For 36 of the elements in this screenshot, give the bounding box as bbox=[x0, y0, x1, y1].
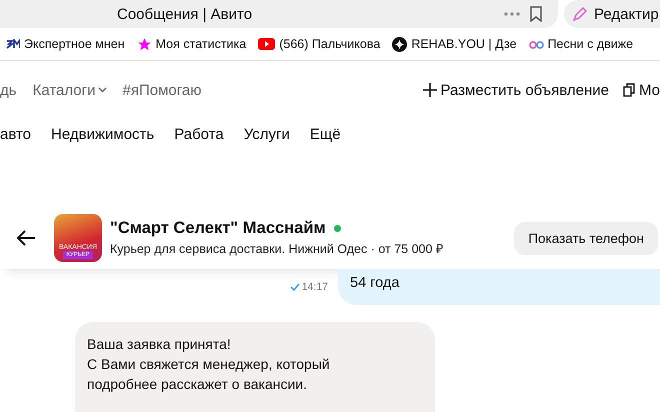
chevron-icon bbox=[98, 87, 106, 93]
play-icon bbox=[258, 38, 276, 50]
copy-icon bbox=[622, 83, 635, 97]
bookmark-link[interactable]: (566) Пальчикова bbox=[258, 37, 380, 51]
nav-link[interactable]: Каталоги bbox=[32, 82, 106, 98]
nav-link[interactable]: дь bbox=[0, 82, 17, 98]
more-icon[interactable] bbox=[504, 12, 520, 16]
category-link[interactable]: Работа bbox=[174, 126, 224, 142]
message-time: 14:17 bbox=[290, 281, 328, 293]
category-link[interactable]: Ещё bbox=[310, 126, 341, 142]
sparkle-icon bbox=[392, 36, 408, 52]
message-text: Ваша заявка принята! bbox=[87, 335, 232, 354]
bookmark-icon[interactable] bbox=[530, 6, 542, 22]
pen-icon bbox=[572, 6, 588, 22]
message-text: подробнее расскажет о вакансии. bbox=[87, 375, 308, 394]
star-icon bbox=[136, 36, 152, 52]
edit-button[interactable]: Редактир bbox=[564, 0, 660, 28]
show-phone-button[interactable]: Показать телефон bbox=[514, 222, 658, 254]
chat-name: "Смарт Селект" Масснайм bbox=[110, 219, 326, 238]
category-link[interactable]: Недвижимость bbox=[51, 126, 154, 142]
back-arrow-icon[interactable] bbox=[16, 228, 36, 248]
category-link[interactable]: авто bbox=[0, 126, 32, 142]
outgoing-message: 54 года bbox=[338, 269, 660, 305]
bookmark-link[interactable]: REHAB.YOU | Дзе bbox=[392, 36, 517, 52]
nav-link[interactable]: #яПомогаю bbox=[122, 82, 202, 98]
bookmark-link[interactable]: Песни с движе bbox=[528, 37, 634, 51]
bookmark-link[interactable]: Экспертное мнен bbox=[6, 37, 125, 51]
message-text: С Вами свяжется менеджер, который bbox=[87, 355, 331, 374]
listing-subtitle: Курьер для сервиса доставки. Нижний Одес · от 75 000 ₽ bbox=[110, 241, 443, 257]
post-ad-button[interactable]: Разместить объявление bbox=[422, 82, 609, 98]
plus-icon bbox=[422, 83, 436, 97]
logo-icon bbox=[6, 39, 20, 49]
nav-link[interactable]: Мо bbox=[622, 82, 660, 98]
tab-title: Сообщения | Авито bbox=[117, 6, 252, 22]
category-link[interactable]: Услуги bbox=[244, 126, 290, 142]
bookmark-link[interactable]: Моя статистика bbox=[136, 36, 246, 52]
